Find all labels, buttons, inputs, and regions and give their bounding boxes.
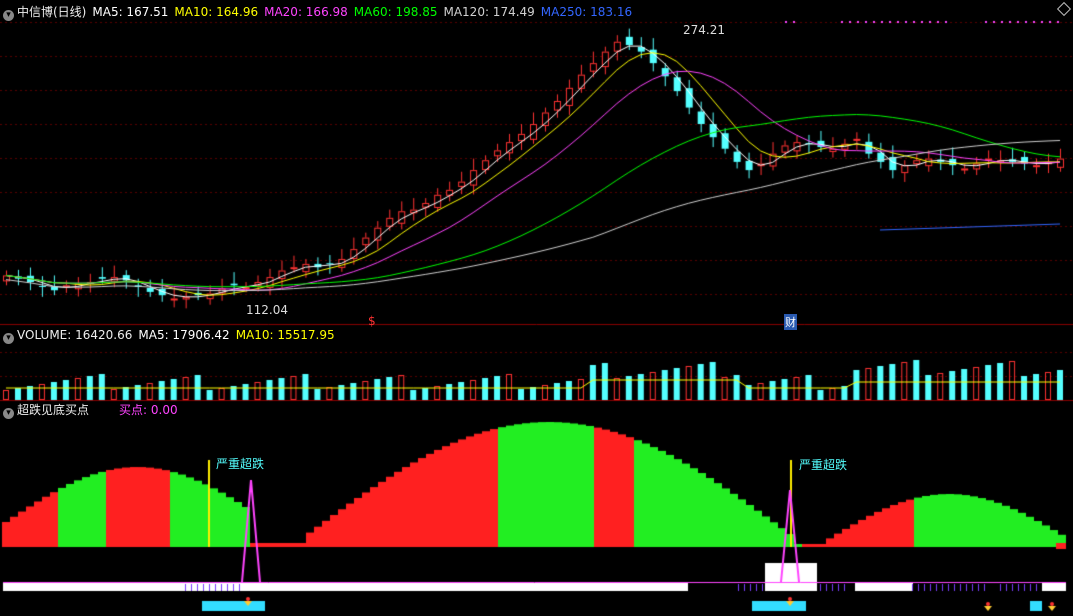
ma250-value: MA250: 183.16 [540, 5, 633, 19]
ma60-value: MA60: 198.85 [353, 5, 438, 19]
ma20-value: MA20: 166.98 [264, 5, 348, 19]
volume-value: VOLUME: 16420.66 [17, 328, 133, 342]
chevron-down-icon[interactable]: ▾ [3, 408, 14, 419]
indicator-title: 超跌见底买点 [17, 403, 90, 417]
s-marker: $ [368, 314, 376, 328]
stock-chart-canvas[interactable] [0, 0, 1073, 616]
low-price-label: 112.04 [246, 303, 288, 317]
volume-header: ▾ VOLUME: 16420.66 MA5: 17906.42 MA10: 1551… [3, 327, 341, 344]
high-price-label: 274.21 [683, 23, 725, 37]
signal-label-1: 严重超跌 [216, 457, 265, 471]
ma10-value: MA10: 164.96 [174, 5, 259, 19]
indicator-header: ▾ 超跌见底买点 买点: 0.00 [3, 402, 184, 419]
chevron-down-icon[interactable]: ▾ [3, 10, 14, 21]
volume-ma10: MA10: 15517.95 [235, 328, 335, 342]
cai-marker: 财 [784, 314, 797, 330]
main-chart-header: ▾ 中信博(日线) MA5: 167.51 MA10: 164.96 MA20: 166… [3, 4, 638, 21]
signal-label-2: 严重超跌 [799, 458, 848, 472]
buy-point-value: 买点: 0.00 [119, 403, 178, 417]
chevron-down-icon[interactable]: ▾ [3, 333, 14, 344]
ma120-value: MA120: 174.49 [443, 5, 535, 19]
ma5-value: MA5: 167.51 [92, 5, 169, 19]
stock-title: 中信博(日线) [17, 5, 87, 19]
volume-ma5: MA5: 17906.42 [138, 328, 230, 342]
